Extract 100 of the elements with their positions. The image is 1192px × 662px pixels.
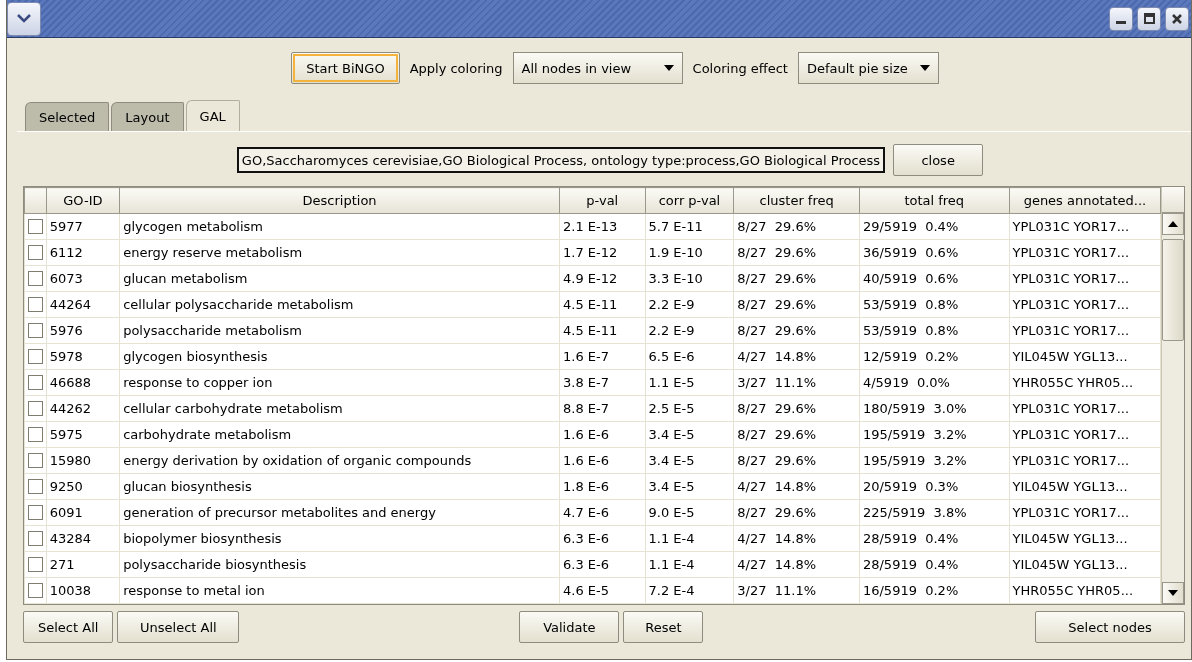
table-cell: cellular carbohydrate metabolism [119, 395, 560, 422]
table-cell: response to metal ion [119, 577, 560, 604]
row-checkbox[interactable] [27, 505, 43, 520]
effect-dropdown[interactable]: Default pie size [797, 52, 939, 84]
table-cell: glycogen metabolism [119, 213, 560, 240]
column-header[interactable]: genes annotated... [1009, 187, 1161, 214]
table-cell: 28/5919 0.4% [859, 551, 1010, 578]
table-cell: 8/27 29.6% [733, 317, 860, 344]
row-checkbox[interactable] [27, 427, 43, 442]
validate-button[interactable]: Validate [519, 611, 620, 643]
scrollbar[interactable] [1161, 187, 1184, 604]
column-header[interactable]: cluster freq [733, 187, 860, 214]
row-checkbox[interactable] [27, 219, 43, 234]
start-button[interactable]: Start BiNGO [291, 52, 400, 84]
scroll-up-button[interactable] [1162, 213, 1184, 235]
table-cell: 20/5919 0.3% [859, 473, 1010, 500]
select-all-button[interactable]: Select All [23, 611, 114, 643]
row-checkbox[interactable] [27, 583, 43, 598]
column-header[interactable]: p-val [559, 187, 646, 214]
table-cell: 53/5919 0.8% [859, 291, 1010, 318]
table-cell: glycogen biosynthesis [119, 343, 560, 370]
minimize-button[interactable] [1109, 6, 1133, 31]
row-checkbox[interactable] [27, 401, 43, 416]
caret-icon [663, 65, 674, 71]
table-cell: 4.9 E-12 [559, 265, 646, 292]
table-cell: 8/27 29.6% [733, 265, 860, 292]
table-cell: YPL031C YOR17... [1009, 447, 1161, 474]
column-header[interactable]: corr p-val [645, 187, 734, 214]
row-checkbox[interactable] [27, 245, 43, 260]
table-cell: 271 [46, 551, 120, 578]
maximize-button[interactable] [1137, 6, 1161, 31]
close-button[interactable]: close [893, 144, 984, 176]
row-checkbox[interactable] [27, 349, 43, 364]
table-cell: YIL045W YGL13... [1009, 551, 1161, 578]
dropdown-value: All nodes in view [521, 60, 632, 76]
down-arrow-icon [1168, 590, 1179, 596]
close-icon [1172, 13, 1182, 24]
table-cell: 12/5919 0.2% [859, 343, 1010, 370]
tab[interactable]: GAL [185, 100, 240, 131]
ontology-field[interactable]: GO,Saccharomyces cerevisiae,GO Biological Process, ontology type:process,GO Biological Process [236, 147, 886, 173]
table-cell: 9250 [46, 473, 120, 500]
row-checkbox[interactable] [27, 375, 43, 390]
row-checkbox[interactable] [27, 453, 43, 468]
row-checkbox[interactable] [27, 271, 43, 286]
table-cell: YIL045W YGL13... [1009, 473, 1161, 500]
table-cell: 7.2 E-4 [645, 577, 734, 604]
table-cell: 4/5919 0.0% [859, 369, 1010, 396]
table-cell: 6073 [46, 265, 120, 292]
scroll-down-button[interactable] [1162, 582, 1184, 604]
tab[interactable]: Layout [111, 102, 184, 131]
table-cell: 8/27 29.6% [733, 447, 860, 474]
table-cell: 8.8 E-7 [559, 395, 646, 422]
minimize-icon [1116, 20, 1126, 24]
row-checkbox[interactable] [27, 531, 43, 546]
table-cell: 6091 [46, 499, 120, 526]
table-cell: 15980 [46, 447, 120, 474]
table-cell: 4/27 14.8% [733, 343, 860, 370]
table-cell: 10038 [46, 577, 120, 604]
window-menu-button[interactable] [7, 1, 41, 36]
table-cell: YHR055C YHR05... [1009, 577, 1161, 604]
row-checkbox[interactable] [27, 323, 43, 338]
table-cell: YPL031C YOR17... [1009, 395, 1161, 422]
table-cell: glucan biosynthesis [119, 473, 560, 500]
row-checkbox[interactable] [27, 297, 43, 312]
scroll-thumb[interactable] [1162, 239, 1184, 341]
table-cell: 3.4 E-5 [645, 421, 734, 448]
table-cell: 8/27 29.6% [733, 291, 860, 318]
close-window-button[interactable] [1165, 6, 1189, 31]
table-cell: 1.6 E-6 [559, 421, 646, 448]
table-cell: energy derivation by oxidation of organic compounds [119, 447, 560, 474]
apply-coloring-label: Apply coloring [409, 60, 503, 76]
table-cell: 1.1 E-4 [645, 551, 734, 578]
coloring-effect-label: Coloring effect [692, 60, 788, 76]
coloring-dropdown[interactable]: All nodes in view [512, 52, 683, 84]
table-cell: YPL031C YOR17... [1009, 265, 1161, 292]
table-cell: 3.8 E-7 [559, 369, 646, 396]
table-cell: 4.5 E-11 [559, 317, 646, 344]
column-header[interactable]: Description [119, 187, 560, 214]
table-cell: 3.4 E-5 [645, 447, 734, 474]
select-nodes-button[interactable]: Select nodes [1035, 611, 1185, 643]
table-cell: YPL031C YOR17... [1009, 291, 1161, 318]
column-header[interactable]: total freq [859, 187, 1010, 214]
row-checkbox[interactable] [27, 479, 43, 494]
table-cell: 36/5919 0.6% [859, 239, 1010, 266]
table-cell: 3/27 11.1% [733, 577, 860, 604]
table-cell: 8/27 29.6% [733, 213, 860, 240]
table-cell: 44262 [46, 395, 120, 422]
table-cell: polysaccharide metabolism [119, 317, 560, 344]
unselect-all-button[interactable]: Unselect All [117, 611, 240, 643]
column-header[interactable]: GO-ID [46, 187, 120, 214]
table-cell: YPL031C YOR17... [1009, 499, 1161, 526]
row-checkbox[interactable] [27, 557, 43, 572]
table-cell: 1.7 E-12 [559, 239, 646, 266]
table-cell: 40/5919 0.6% [859, 265, 1010, 292]
table-cell: 5977 [46, 213, 120, 240]
tab[interactable]: Selected [25, 102, 110, 131]
table-cell: YHR055C YHR05... [1009, 369, 1161, 396]
table-cell: YPL031C YOR17... [1009, 421, 1161, 448]
reset-button[interactable]: Reset [623, 611, 704, 643]
table-cell: 1.8 E-6 [559, 473, 646, 500]
